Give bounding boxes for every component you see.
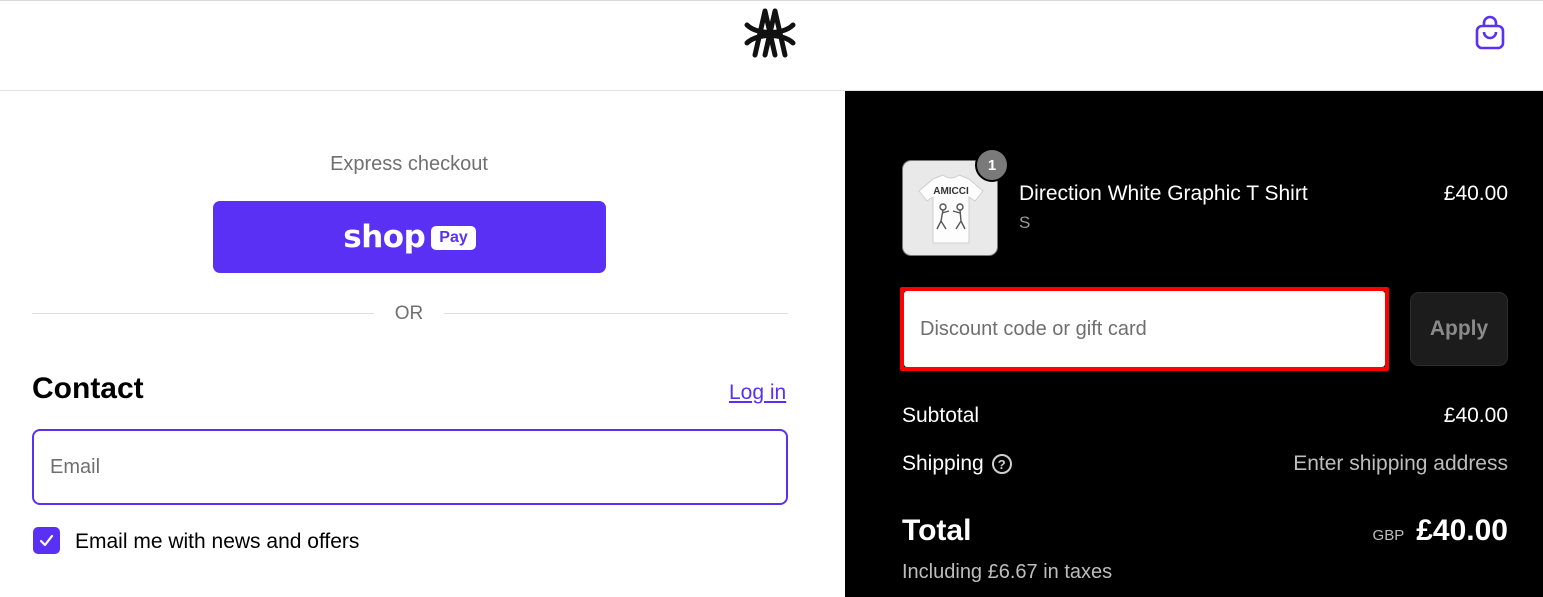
total-value: £40.00 [1416,514,1508,547]
shop-pay-button[interactable]: shop Pay [213,201,606,273]
product-variant: S [1019,213,1031,232]
discount-field-wrapper [900,287,1389,371]
or-divider-label: OR [394,303,424,324]
shipping-value: Enter shipping address [1293,452,1508,475]
discount-code-input[interactable] [904,291,1385,367]
shop-pay-pill: Pay [431,226,476,250]
brand-logo[interactable] [741,5,799,61]
apply-discount-button[interactable]: Apply [1410,292,1508,366]
shipping-label: Shipping [902,452,984,475]
cart-button[interactable] [1474,15,1506,51]
shipping-row-label: Shipping ? [902,452,1012,476]
newsletter-checkbox[interactable] [33,527,60,554]
divider-right [444,313,788,314]
product-name: Direction White Graphic T Shirt [1019,182,1308,205]
checkmark-icon [39,534,54,547]
newsletter-label: Email me with news and offers [75,530,360,553]
contact-heading: Contact [32,372,144,405]
checkout-form-panel: Express checkout shop Pay OR Contact Log… [0,91,845,597]
login-link[interactable]: Log in [729,381,786,405]
site-header [0,1,1543,91]
total-currency: GBP [1372,527,1405,544]
shopping-bag-icon [1475,15,1505,50]
order-summary-panel: AMICCI 1 Direction White Graphic T Shirt… [845,91,1543,597]
subtotal-value: £40.00 [1443,404,1508,427]
total-amount: GBP £40.00 [1373,514,1508,548]
subtotal-label: Subtotal [902,404,980,427]
total-label: Total [902,514,972,547]
help-question-icon[interactable]: ? [991,454,1012,474]
product-price: £40.00 [1443,182,1508,205]
divider-left [32,313,374,314]
thumbnail-brand-text: AMICCI [933,186,969,197]
taxes-note: Including £6.67 in taxes [902,561,1113,583]
email-field[interactable] [32,429,788,505]
amicci-monogram-logo-icon [744,8,796,58]
express-checkout-title: Express checkout [330,153,488,175]
quantity-badge: 1 [975,148,1009,182]
shop-pay-logo-text: shop [343,219,426,255]
